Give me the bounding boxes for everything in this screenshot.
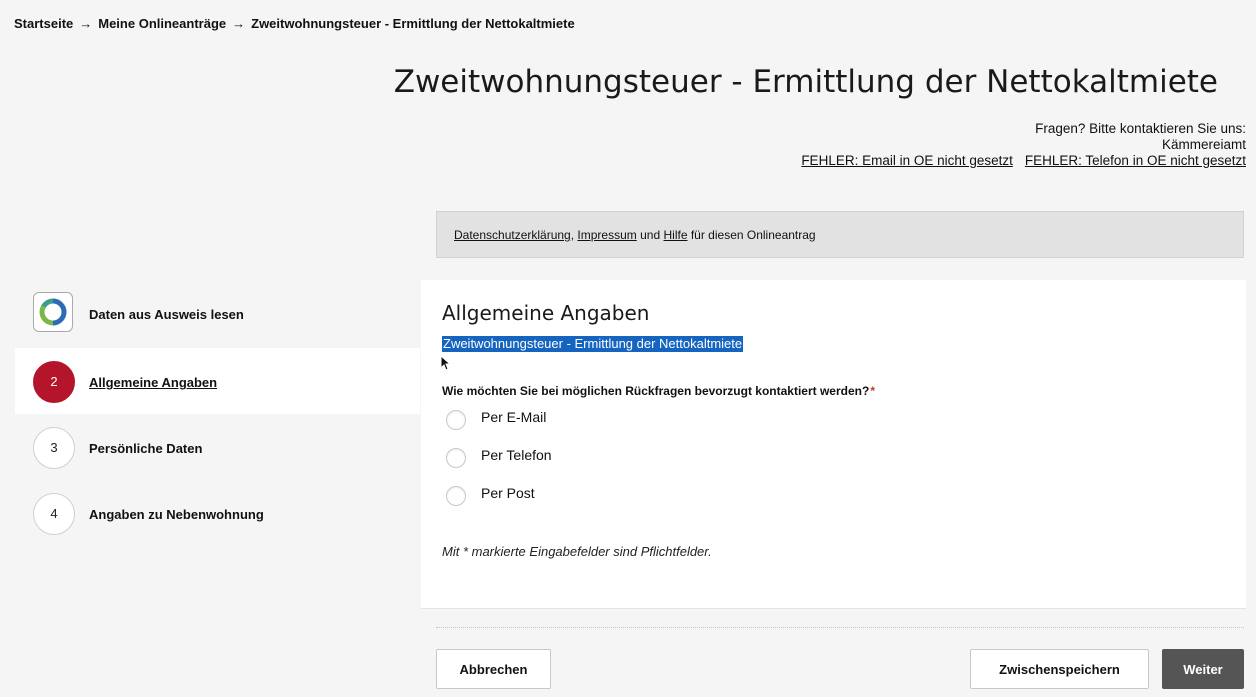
form-panel: Allgemeine Angaben Zweitwohnungsteuer - … <box>421 280 1246 609</box>
step-label: Persönliche Daten <box>89 441 203 456</box>
save-draft-button[interactable]: Zwischenspeichern <box>970 649 1149 689</box>
step-secondary-residence[interactable]: 4 Angaben zu Nebenwohnung <box>15 480 420 546</box>
breadcrumb: Startseite → Meine Onlineanträge → Zweitwohn… <box>14 16 575 31</box>
step-label: Daten aus Ausweis lesen <box>89 307 244 322</box>
legal-info-bar: Datenschutzerklärung, Impressum und Hilf… <box>436 211 1244 258</box>
radio-button[interactable] <box>446 486 466 506</box>
contact-intro: Fragen? Bitte kontaktieren Sie uns: <box>1035 121 1246 136</box>
step-number: 4 <box>33 493 75 535</box>
required-fields-note: Mit * markierte Eingabefelder sind Pflic… <box>442 544 712 559</box>
step-personal-data[interactable]: 3 Persönliche Daten <box>15 414 420 480</box>
required-marker: * <box>870 384 875 398</box>
radio-button[interactable] <box>446 448 466 468</box>
breadcrumb-arrow-icon: → <box>79 16 93 31</box>
divider <box>436 627 1244 628</box>
contact-email-link[interactable]: FEHLER: Email in OE nicht gesetzt <box>801 153 1013 168</box>
imprint-link[interactable]: Impressum <box>577 228 636 242</box>
contact-preference-question: Wie möchten Sie bei möglichen Rückfragen… <box>442 384 875 398</box>
info-suffix: für diesen Onlineantrag <box>690 228 816 242</box>
step-number: 2 <box>33 361 75 403</box>
radio-label: Per Telefon <box>481 447 552 463</box>
info-and: und <box>640 228 661 242</box>
section-title: Allgemeine Angaben <box>442 301 650 325</box>
radio-label: Per E-Mail <box>481 409 547 425</box>
contact-info: Fragen? Bitte kontaktieren Sie uns: Kämm… <box>801 121 1246 169</box>
step-general-info[interactable]: 2 Allgemeine Angaben <box>15 348 420 414</box>
question-text: Wie möchten Sie bei möglichen Rückfragen… <box>442 384 870 398</box>
section-subtitle: Zweitwohnungsteuer - Ermittlung der Nett… <box>442 336 744 352</box>
breadcrumb-my-applications[interactable]: Meine Onlineanträge <box>98 16 226 31</box>
contact-department: Kämmereiamt <box>1161 137 1246 152</box>
step-label: Angaben zu Nebenwohnung <box>89 507 264 522</box>
step-label: Allgemeine Angaben <box>89 375 218 390</box>
breadcrumb-home[interactable]: Startseite <box>14 16 73 31</box>
step-number: 3 <box>33 427 75 469</box>
radio-label: Per Post <box>481 485 535 501</box>
next-button[interactable]: Weiter <box>1162 649 1244 689</box>
eid-logo-icon <box>33 292 73 332</box>
info-comma: , <box>570 228 575 242</box>
step-eid-read[interactable]: Daten aus Ausweis lesen <box>15 280 420 348</box>
mouse-cursor-icon <box>440 355 450 371</box>
help-link[interactable]: Hilfe <box>663 228 687 242</box>
step-navigation: Daten aus Ausweis lesen 2 Allgemeine Ang… <box>15 280 420 546</box>
breadcrumb-current: Zweitwohnungsteuer - Ermittlung der Nett… <box>251 16 575 31</box>
breadcrumb-arrow-icon: → <box>232 16 246 31</box>
privacy-link[interactable]: Datenschutzerklärung <box>454 228 571 242</box>
radio-button[interactable] <box>446 410 466 430</box>
page-title: Zweitwohnungsteuer - Ermittlung der Nett… <box>393 64 1218 100</box>
cancel-button[interactable]: Abbrechen <box>436 649 551 689</box>
contact-phone-link[interactable]: FEHLER: Telefon in OE nicht gesetzt <box>1025 153 1246 168</box>
